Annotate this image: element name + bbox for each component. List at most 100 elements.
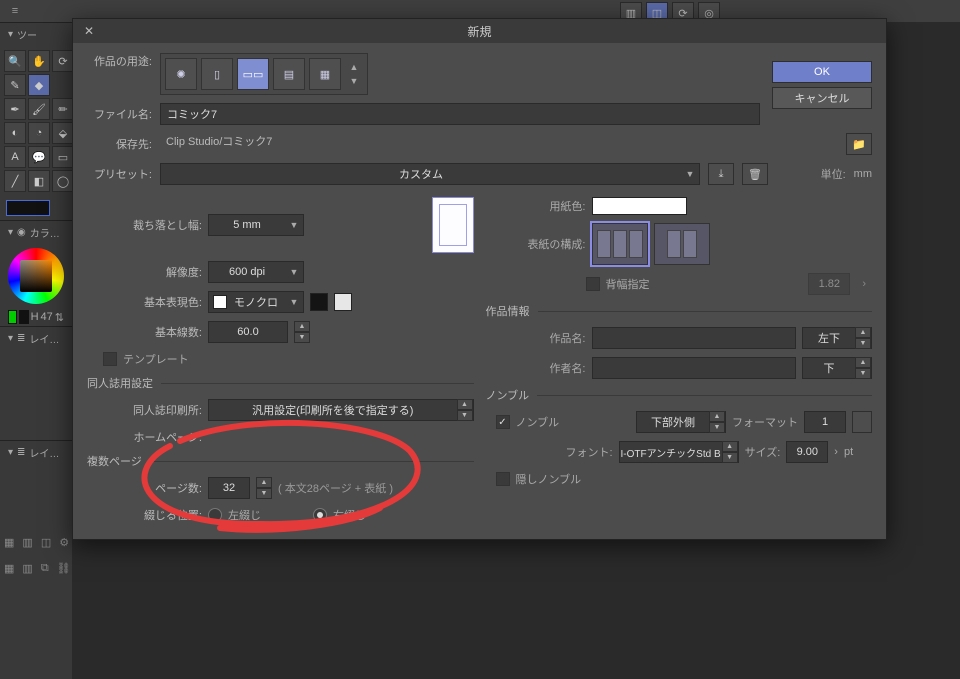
size-input[interactable] xyxy=(786,441,828,463)
purpose-webtoon[interactable]: ▯ xyxy=(201,58,233,90)
color-wheel[interactable] xyxy=(8,248,64,304)
save-preset-icon[interactable]: ⤓ xyxy=(708,163,734,185)
author-pos-dropdown[interactable]: 下 ▲▼ xyxy=(802,357,872,379)
cover-option-1[interactable] xyxy=(592,223,648,265)
cover-config-label: 表紙の構成: xyxy=(486,236,586,252)
hidden-nombre-checkbox[interactable] xyxy=(496,472,510,486)
tool-figure[interactable]: ◯ xyxy=(52,170,74,192)
tool-frame[interactable]: ▭ xyxy=(52,146,74,168)
tool-eyedropper[interactable]: ✎ xyxy=(4,74,26,96)
chevron-down-icon[interactable]: ▾ xyxy=(8,29,13,40)
ok-button[interactable]: OK xyxy=(772,61,872,83)
swatch-green[interactable] xyxy=(8,310,17,324)
tool-brush[interactable]: 🖌 xyxy=(28,98,50,120)
tool-pencil[interactable]: ✏ xyxy=(52,98,74,120)
resolution-dropdown[interactable]: 600 dpi ▼ xyxy=(208,261,304,283)
purpose-up-icon[interactable]: ▲ xyxy=(345,60,363,74)
tool-balloon[interactable]: 💬 xyxy=(28,146,50,168)
tool-rotate[interactable]: ⟳ xyxy=(52,50,74,72)
swatch-black[interactable] xyxy=(310,293,328,311)
folder-icon[interactable]: 📁 xyxy=(846,133,872,155)
swatch-black[interactable] xyxy=(19,310,28,324)
purpose-animation[interactable]: ▦ xyxy=(309,58,341,90)
basic-color-dropdown[interactable]: モノクロ ▼ xyxy=(208,291,304,313)
tool-fill[interactable]: ⬙ xyxy=(52,122,74,144)
spine-checkbox[interactable] xyxy=(586,277,600,291)
cover-option-2[interactable] xyxy=(654,223,710,265)
purpose-down-icon[interactable]: ▼ xyxy=(345,74,363,88)
gear-icon[interactable]: ⚙ xyxy=(59,536,69,549)
new-document-dialog: ✕ 新規 OK キャンセル 作品の用途: ✺ ▯ ▭▭ ▤ ▦ ▲ ▼ ファイル… xyxy=(72,18,887,540)
chevron-down-icon[interactable]: ▾ xyxy=(8,447,13,458)
work-name-input[interactable] xyxy=(592,327,797,349)
purpose-illustration[interactable]: ✺ xyxy=(165,58,197,90)
purpose-comic[interactable]: ▭▭ xyxy=(237,58,269,90)
chevron-down-icon[interactable]: ▾ xyxy=(8,333,13,344)
font-dropdown[interactable]: I-OTFアンチックStd B ▲▼ xyxy=(619,441,739,463)
work-name-pos-dropdown[interactable]: 左下 ▲▼ xyxy=(802,327,872,349)
layer-panel-label-1: レイ… xyxy=(29,331,59,346)
purpose-print[interactable]: ▤ xyxy=(273,58,305,90)
close-icon[interactable]: ✕ xyxy=(81,23,97,39)
basic-lines-input[interactable] xyxy=(208,321,288,343)
tool-selection[interactable]: ◆ xyxy=(28,74,50,96)
font-value: I-OTFアンチックStd B xyxy=(620,445,722,460)
new-folder-icon[interactable]: ▥ xyxy=(22,562,32,575)
basic-color-label: 基本表現色: xyxy=(87,294,202,310)
doujin-print-stepper[interactable]: ▲▼ xyxy=(457,399,473,421)
cancel-button[interactable]: キャンセル xyxy=(772,87,872,109)
doujin-print-dropdown[interactable]: 汎用設定(印刷所を後で指定する) ▲▼ xyxy=(208,399,474,421)
pages-stepper[interactable]: ▲▼ xyxy=(256,477,272,499)
binding-right-radio[interactable] xyxy=(313,508,327,522)
author-input[interactable] xyxy=(592,357,797,379)
format-extra-icon[interactable] xyxy=(852,411,872,433)
tool-pen[interactable]: ✒ xyxy=(4,98,26,120)
bleed-dropdown[interactable]: 5 mm ▼ xyxy=(208,214,304,236)
size-label: サイズ: xyxy=(745,444,781,460)
stepper-icon[interactable]: ⇅ xyxy=(55,311,64,324)
chevron-right-icon[interactable]: › xyxy=(856,278,872,290)
nombre-pos-value: 下部外側 xyxy=(637,414,709,430)
new-layer-icon[interactable]: ▦ xyxy=(4,536,14,549)
tool-magnifier[interactable]: 🔍 xyxy=(4,50,26,72)
pages-input[interactable] xyxy=(208,477,250,499)
doujin-print-label: 同人誌印刷所: xyxy=(87,402,202,418)
left-tool-column: ▾ ツー 🔍 ✋ ⟳ ✎ ◆ ✒ 🖌 ✏ ◐ ◔ ⬙ A 💬 ▭ ╱ ◧ ◯ xyxy=(0,22,72,679)
new-folder-icon[interactable]: ▥ xyxy=(22,536,32,549)
binding-left-radio[interactable] xyxy=(208,508,222,522)
font-label: フォント: xyxy=(566,444,613,460)
layer-panel-header-2: ▾ ≣ レイ… xyxy=(0,440,72,464)
new-layer-icon[interactable]: ▦ xyxy=(4,562,14,575)
purpose-label: 作品の用途: xyxy=(87,53,152,69)
basic-lines-stepper[interactable]: ▲▼ xyxy=(294,321,310,343)
foreground-color[interactable] xyxy=(6,200,50,216)
nombre-pos-dropdown[interactable]: 下部外側 ▲▼ xyxy=(636,411,726,433)
swatch-white[interactable] xyxy=(334,293,352,311)
preset-dropdown[interactable]: カスタム ▼ xyxy=(160,163,700,185)
tool-ruler[interactable]: ╱ xyxy=(4,170,26,192)
chevron-right-icon[interactable]: › xyxy=(834,446,838,458)
tool-text[interactable]: A xyxy=(4,146,26,168)
template-checkbox[interactable] xyxy=(103,352,117,366)
mask-icon[interactable]: ◫ xyxy=(41,536,51,549)
format-input[interactable] xyxy=(804,411,846,433)
tool-eraser[interactable]: ◐ xyxy=(4,122,26,144)
purpose-selector: ✺ ▯ ▭▭ ▤ ▦ ▲ ▼ xyxy=(160,53,368,95)
basic-color-value: モノクロ xyxy=(227,294,285,310)
nombre-checkbox[interactable] xyxy=(496,415,510,429)
menu-icon[interactable]: ≡ xyxy=(6,2,24,20)
link-icon[interactable]: ⛓ xyxy=(57,562,71,575)
delete-preset-icon[interactable]: 🗑 xyxy=(742,163,768,185)
color-panel-label: カラ… xyxy=(30,225,60,240)
nombre-section-label: ノンブル xyxy=(486,387,530,403)
paper-color-swatch[interactable] xyxy=(592,197,687,215)
tool-hand[interactable]: ✋ xyxy=(28,50,50,72)
chevron-down-icon[interactable]: ▾ xyxy=(8,227,13,238)
tool-gradient[interactable]: ◧ xyxy=(28,170,50,192)
chevron-down-icon: ▼ xyxy=(285,267,303,277)
filename-input[interactable] xyxy=(160,103,760,125)
size-unit: pt xyxy=(844,446,853,458)
tool-blend[interactable]: ◔ xyxy=(28,122,50,144)
duplicate-icon[interactable]: ⧉ xyxy=(41,562,49,575)
multipage-section-label: 複数ページ xyxy=(87,453,142,469)
